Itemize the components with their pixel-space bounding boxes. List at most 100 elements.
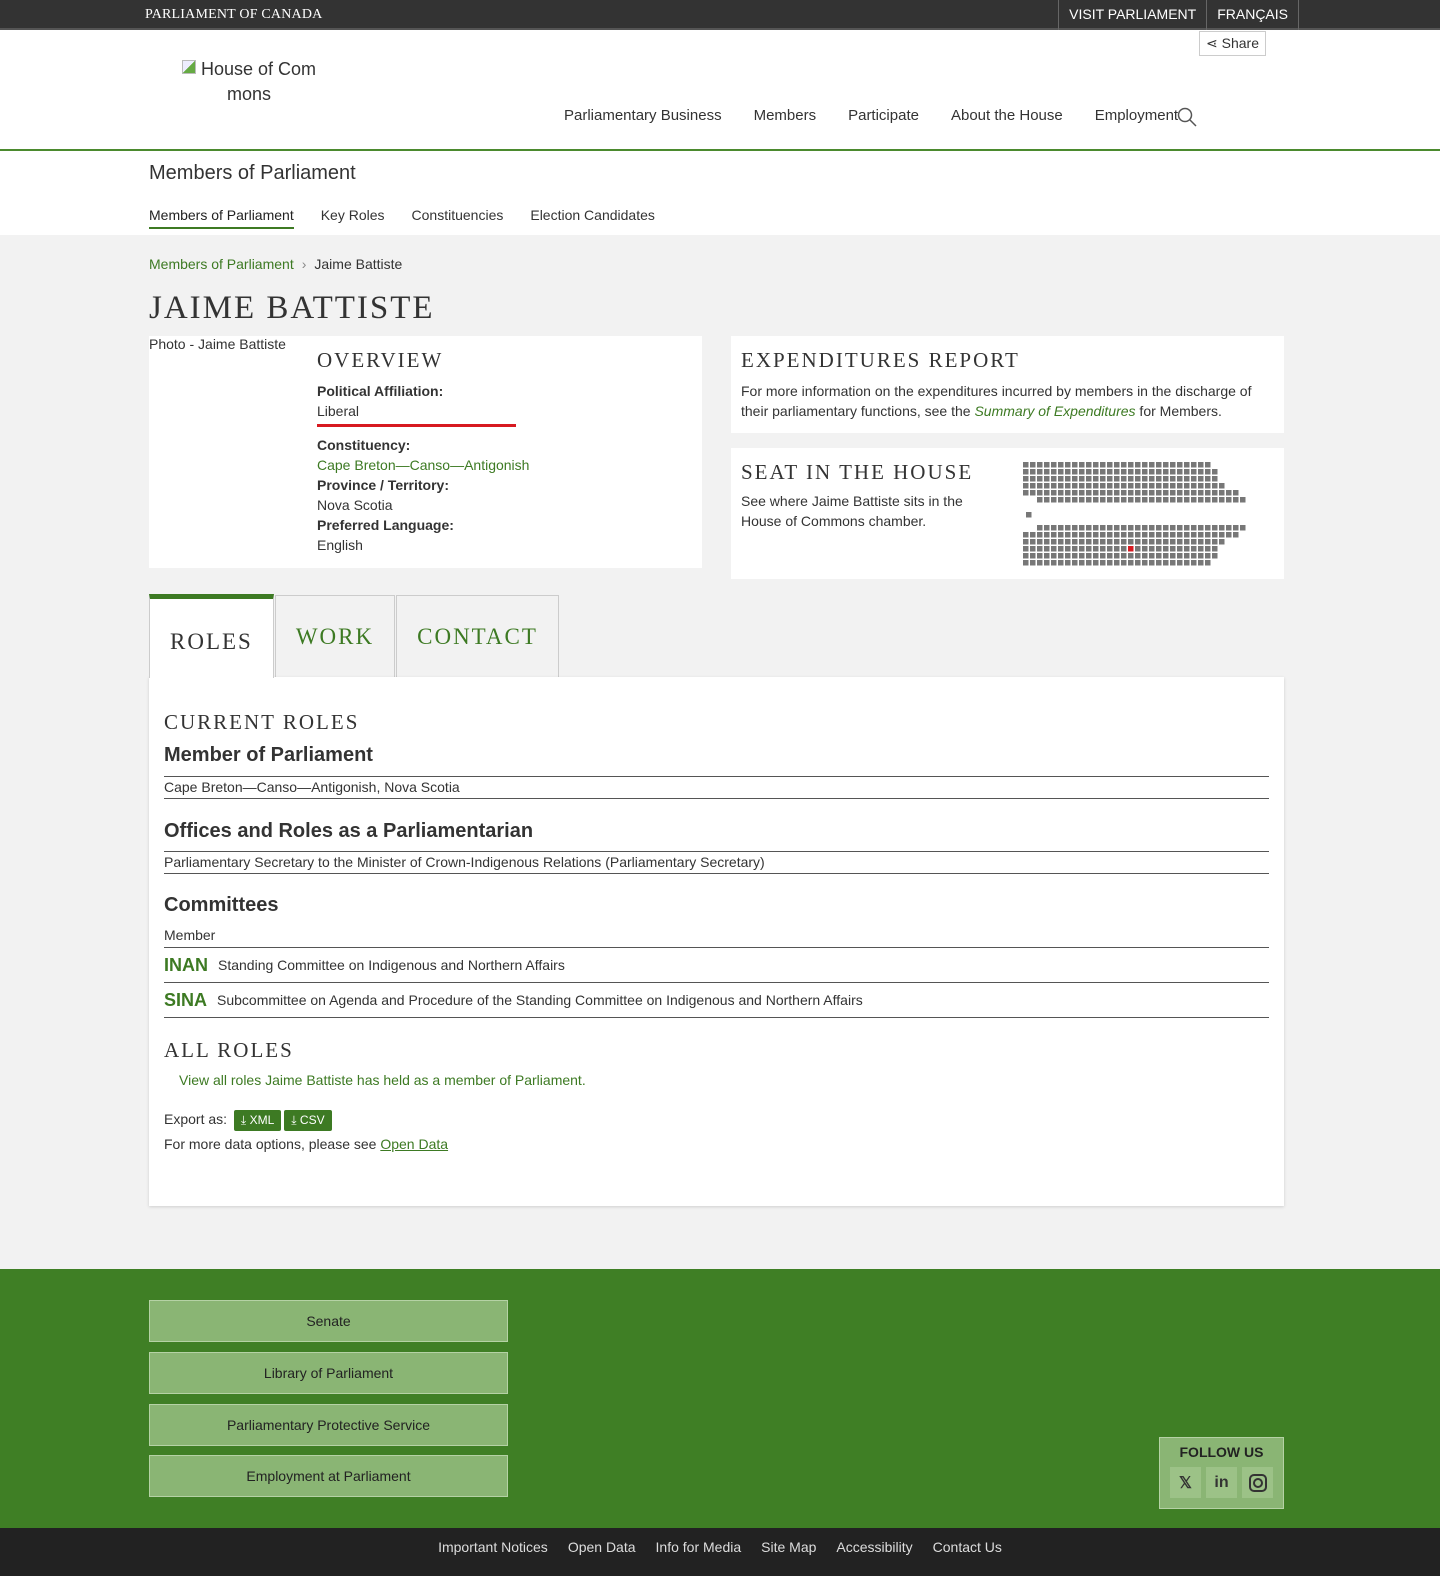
- footer-senate-link[interactable]: Senate: [149, 1300, 508, 1342]
- export-csv-button[interactable]: ⤓ CSV: [284, 1110, 332, 1131]
- seat: [1142, 497, 1148, 503]
- x-twitter-icon[interactable]: 𝕏: [1170, 1467, 1201, 1498]
- seat: [1191, 539, 1197, 545]
- summary-of-expenditures-link[interactable]: Summary of Expenditures: [974, 403, 1135, 419]
- important-notices-link[interactable]: Important Notices: [438, 1539, 548, 1576]
- nav-members[interactable]: Members: [754, 107, 817, 124]
- seat: [1030, 476, 1036, 482]
- seat: [1219, 539, 1225, 545]
- follow-us-box: FOLLOW US 𝕏 in: [1159, 1437, 1284, 1509]
- committee-abbr-link[interactable]: SINA: [164, 990, 207, 1011]
- seat: [1163, 553, 1169, 559]
- visit-parliament-link[interactable]: VISIT PARLIAMENT: [1058, 0, 1206, 30]
- nav-employment[interactable]: Employment: [1095, 107, 1178, 124]
- nav-parliamentary-business[interactable]: Parliamentary Business: [564, 107, 722, 124]
- seat: [1051, 560, 1057, 566]
- seat: [1086, 525, 1092, 531]
- seat: [1226, 497, 1232, 503]
- nav-participate[interactable]: Participate: [848, 107, 919, 124]
- search-icon[interactable]: [1177, 107, 1197, 127]
- seat: [1107, 483, 1113, 489]
- seat: [1093, 497, 1099, 503]
- nav-about-the-house[interactable]: About the House: [951, 107, 1063, 124]
- chevron-right-icon: ›: [301, 256, 307, 272]
- tab-work[interactable]: WORK: [274, 595, 396, 678]
- seat: [1184, 553, 1190, 559]
- parliament-brand[interactable]: PARLIAMENT OF CANADA: [145, 7, 322, 23]
- seat: [1163, 525, 1169, 531]
- seat: [1072, 539, 1078, 545]
- seat: [1100, 546, 1106, 552]
- seat: [1044, 469, 1050, 475]
- subnav-election-candidates[interactable]: Election Candidates: [530, 207, 655, 229]
- footer-employment-link[interactable]: Employment at Parliament: [149, 1455, 508, 1497]
- subnav-key-roles[interactable]: Key Roles: [321, 207, 385, 229]
- open-data-link[interactable]: Open Data: [380, 1136, 448, 1152]
- seat: [1114, 490, 1120, 496]
- constituency-link[interactable]: Cape Breton—Canso—Antigonish: [317, 457, 529, 473]
- seat: [1114, 483, 1120, 489]
- share-button[interactable]: ⋖ Share: [1199, 31, 1266, 56]
- linkedin-icon[interactable]: in: [1206, 1467, 1237, 1498]
- subnav-members-of-parliament[interactable]: Members of Parliament: [149, 207, 294, 229]
- seat: [1128, 497, 1134, 503]
- subnav-constituencies[interactable]: Constituencies: [412, 207, 504, 229]
- seat: [1205, 462, 1211, 468]
- seat: [1170, 546, 1176, 552]
- info-for-media-link[interactable]: Info for Media: [656, 1539, 742, 1576]
- seat: [1023, 476, 1029, 482]
- tab-roles[interactable]: ROLES: [149, 594, 274, 678]
- open-data-footer-link[interactable]: Open Data: [568, 1539, 636, 1576]
- seat: [1058, 553, 1064, 559]
- seat: [1114, 476, 1120, 482]
- seat: [1065, 553, 1071, 559]
- seat: [1156, 525, 1162, 531]
- accessibility-link[interactable]: Accessibility: [836, 1539, 912, 1576]
- seat: [1198, 546, 1204, 552]
- site-header: ⋖ Share House of Com mons Parliamentary B…: [0, 30, 1440, 151]
- export-row: Export as: ⤓ XML ⤓ CSV: [164, 1110, 332, 1131]
- seat: [1072, 532, 1078, 538]
- seat: [1121, 560, 1127, 566]
- seat: [1023, 490, 1029, 496]
- breadcrumb-parent[interactable]: Members of Parliament: [149, 256, 294, 272]
- committee-abbr-link[interactable]: INAN: [164, 955, 208, 976]
- tab-contact[interactable]: CONTACT: [396, 595, 559, 678]
- seat: [1156, 476, 1162, 482]
- seat: [1198, 560, 1204, 566]
- site-map-link[interactable]: Site Map: [761, 1539, 816, 1576]
- seat: [1135, 532, 1141, 538]
- seat: [1135, 546, 1141, 552]
- seat: [1121, 532, 1127, 538]
- language-toggle-link[interactable]: FRANÇAIS: [1206, 0, 1299, 30]
- export-xml-button[interactable]: ⤓ XML: [233, 1110, 282, 1131]
- footer-library-link[interactable]: Library of Parliament: [149, 1352, 508, 1394]
- seat: [1135, 490, 1141, 496]
- seat: [1212, 483, 1218, 489]
- footer-protective-service-link[interactable]: Parliamentary Protective Service: [149, 1404, 508, 1446]
- seat: [1023, 469, 1029, 475]
- view-all-roles-link[interactable]: View all roles Jaime Battiste has held a…: [179, 1072, 586, 1088]
- seat: [1205, 483, 1211, 489]
- seat: [1170, 560, 1176, 566]
- seat: [1170, 553, 1176, 559]
- seat: [1177, 546, 1183, 552]
- overview-card: Photo - Jaime Battiste OVERVIEW Politica…: [149, 336, 702, 568]
- seat: [1100, 462, 1106, 468]
- mp-heading: Member of Parliament: [164, 744, 373, 766]
- affiliation-label: Political Affiliation:: [317, 383, 444, 399]
- more-data-label: For more data options, please see: [164, 1136, 381, 1152]
- seat: [1191, 560, 1197, 566]
- contact-us-link[interactable]: Contact Us: [933, 1539, 1002, 1576]
- instagram-icon[interactable]: [1242, 1467, 1273, 1498]
- house-of-commons-logo[interactable]: House of Com mons: [179, 57, 319, 107]
- seat: [1051, 532, 1057, 538]
- seat: [1198, 553, 1204, 559]
- all-roles-heading: ALL ROLES: [164, 1038, 294, 1062]
- seating-chart[interactable]: [1023, 462, 1253, 572]
- roles-panel: CURRENT ROLES Member of Parliament Cape …: [149, 677, 1284, 1206]
- seat: [1072, 560, 1078, 566]
- seat: [1044, 546, 1050, 552]
- seat: [1037, 546, 1043, 552]
- seat: [1128, 469, 1134, 475]
